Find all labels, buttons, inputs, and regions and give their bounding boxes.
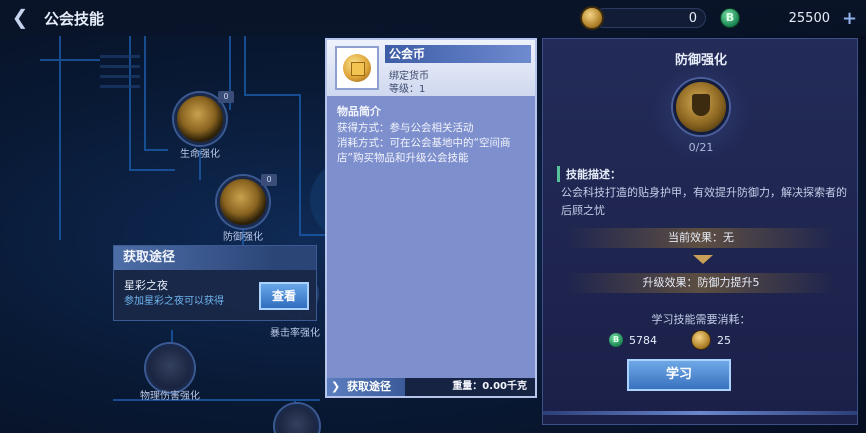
acquire-path-tab-label: 获取途径 [347, 380, 391, 393]
chevron-right-icon: ❯ [331, 380, 341, 393]
skill-node-locked[interactable] [275, 404, 319, 433]
skill-node-health[interactable]: 0 生命强化 [174, 91, 234, 160]
guild-coin-counter: 0 [580, 6, 710, 30]
item-description: 获得方式：参与公会相关活动 消耗方式：可在公会基地中的“空间商店”购买物品和升级… [337, 121, 531, 166]
gem-value: 25500 [788, 10, 830, 26]
item-section-title: 物品简介 [337, 105, 381, 118]
guild-coin-value: 0 [594, 8, 706, 28]
skill-node-label: 生命强化 [180, 149, 220, 160]
cost-label: 学习技能需要消耗： [651, 313, 751, 326]
guild-coin-icon [691, 330, 711, 350]
skill-detail-panel: 防御强化 0/21 技能描述： 公会科技打造的贴身护甲，有效提升防御力，解决探索… [542, 38, 858, 425]
guild-coin-icon [580, 6, 604, 30]
gem-icon: B [720, 8, 740, 28]
current-effect: 当前效果：无 [567, 228, 835, 248]
cost-coin-value: 25 [717, 333, 731, 347]
skill-node-phys-dmg[interactable]: 物理伤害强化 [140, 344, 200, 402]
item-info-panel: 公会币 绑定货币 等级：1 物品简介 获得方式：参与公会相关活动 消耗方式：可在… [325, 38, 537, 398]
page-title: 公会技能 [44, 10, 105, 28]
plus-icon[interactable]: + [842, 8, 857, 29]
skill-description: 公会科技打造的贴身护甲，有效提升防御力，解决探索者的后顾之忧 [561, 186, 847, 217]
skill-title: 防御强化 [674, 53, 727, 68]
acquire-popup-title: 获取途径 [114, 246, 316, 270]
acquire-source-name: 星彩之夜 [124, 279, 168, 292]
skill-level-badge: 0 [218, 91, 234, 103]
item-desc-line: 消耗方式：可在公会基地中的“空间商店”购买物品和升级公会技能 [337, 137, 511, 164]
item-name: 公会币 [385, 45, 531, 63]
item-header: 公会币 绑定货币 等级：1 [327, 40, 535, 96]
cost-row: B 5784 25 [609, 329, 731, 351]
upgrade-effect: 升级效果：防御力提升5 [567, 273, 835, 293]
skill-progress: 0/21 [688, 141, 714, 154]
back-button[interactable]: ❮ [4, 4, 36, 30]
gem-counter: B 25500 + [720, 6, 866, 30]
view-button[interactable]: 查看 [259, 282, 309, 310]
item-icon-frame [335, 46, 379, 90]
skill-level-badge: 0 [261, 174, 277, 186]
item-level: 等级：1 [389, 84, 426, 95]
skill-node-defense[interactable]: 0 防御强化 [217, 174, 277, 243]
acquire-path-tab[interactable]: ❯ 获取途径 [327, 378, 405, 396]
arrow-down-icon [693, 255, 713, 264]
gem-icon: B [609, 333, 623, 347]
panel-divider [543, 411, 857, 415]
item-desc-line: 获得方式：参与公会相关活动 [337, 122, 474, 134]
item-footer: ❯ 获取途径 重量：0.00千克 [327, 378, 535, 396]
shield-icon [673, 79, 729, 135]
lock-icon [275, 404, 319, 433]
skill-desc-label: 技能描述： [557, 166, 621, 182]
guild-coin-icon [343, 54, 371, 82]
skill-node-label: 物理伤害强化 [140, 391, 200, 402]
learn-button[interactable]: 学习 [627, 359, 731, 391]
item-weight: 重量：0.00千克 [452, 381, 527, 392]
lock-icon [146, 344, 194, 392]
skill-node-label: 防御强化 [223, 232, 263, 243]
acquire-path-popup: 获取途径 星彩之夜 参加星彩之夜可以获得 查看 [113, 245, 317, 321]
cost-gem-value: 5784 [629, 333, 657, 347]
chevron-left-icon: ❮ [11, 5, 29, 29]
acquire-source-desc: 参加星彩之夜可以获得 [124, 296, 224, 307]
top-bar: ❮ 公会技能 0 B 25500 + [0, 0, 866, 36]
skill-node-label: 暴击率强化 [270, 328, 320, 339]
